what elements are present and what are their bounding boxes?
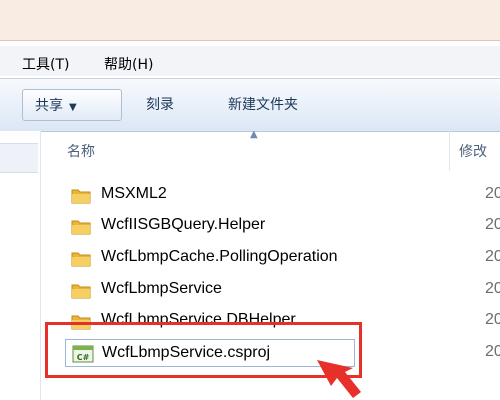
list-item[interactable]: WcfLbmpCache.PollingOperation 2016 — [65, 244, 500, 272]
menu-bar: 工具(T) 帮助(H) — [0, 46, 500, 76]
column-header-modified[interactable]: 修改 — [459, 141, 487, 161]
sort-ascending-icon: ▲ — [250, 129, 258, 140]
new-folder-button[interactable]: 新建文件夹 — [216, 89, 310, 121]
folder-icon — [71, 220, 91, 235]
file-name: WcfLbmpService — [101, 280, 222, 297]
chevron-down-icon: ▼ — [69, 102, 77, 113]
folder-icon — [71, 252, 91, 267]
column-header-name[interactable]: 名称 — [67, 141, 95, 161]
file-date: 2016 — [485, 185, 500, 202]
nav-selected-item[interactable] — [0, 143, 38, 173]
list-item[interactable]: MSXML2 2016 — [65, 181, 500, 209]
menu-help[interactable]: 帮助(H) — [104, 54, 153, 74]
burn-button[interactable]: 刻录 — [134, 89, 186, 121]
file-date: 2016 — [485, 311, 500, 328]
command-toolbar: 共享 ▼ 刻录 新建文件夹 — [0, 78, 500, 132]
file-name: WcfIISGBQuery.Helper — [101, 216, 266, 233]
folder-icon — [71, 189, 91, 204]
list-item[interactable]: WcfLbmpService 2016 — [65, 276, 500, 304]
folder-icon — [71, 284, 91, 299]
arrow-pointer-icon — [317, 360, 361, 398]
file-date: 2016 — [485, 343, 500, 360]
window-title-area — [0, 0, 500, 41]
navigation-pane[interactable] — [0, 131, 41, 400]
share-button[interactable]: 共享 ▼ — [22, 89, 122, 121]
column-divider[interactable] — [449, 131, 450, 171]
share-label: 共享 — [35, 98, 63, 114]
menu-tools[interactable]: 工具(T) — [22, 54, 69, 74]
file-date: 2016 — [485, 248, 500, 265]
file-date: 2016 — [485, 216, 500, 233]
list-item[interactable]: WcfIISGBQuery.Helper 2016 — [65, 212, 500, 240]
file-name: MSXML2 — [101, 185, 167, 202]
file-name: WcfLbmpCache.PollingOperation — [101, 248, 338, 265]
file-date: 2016 — [485, 280, 500, 297]
